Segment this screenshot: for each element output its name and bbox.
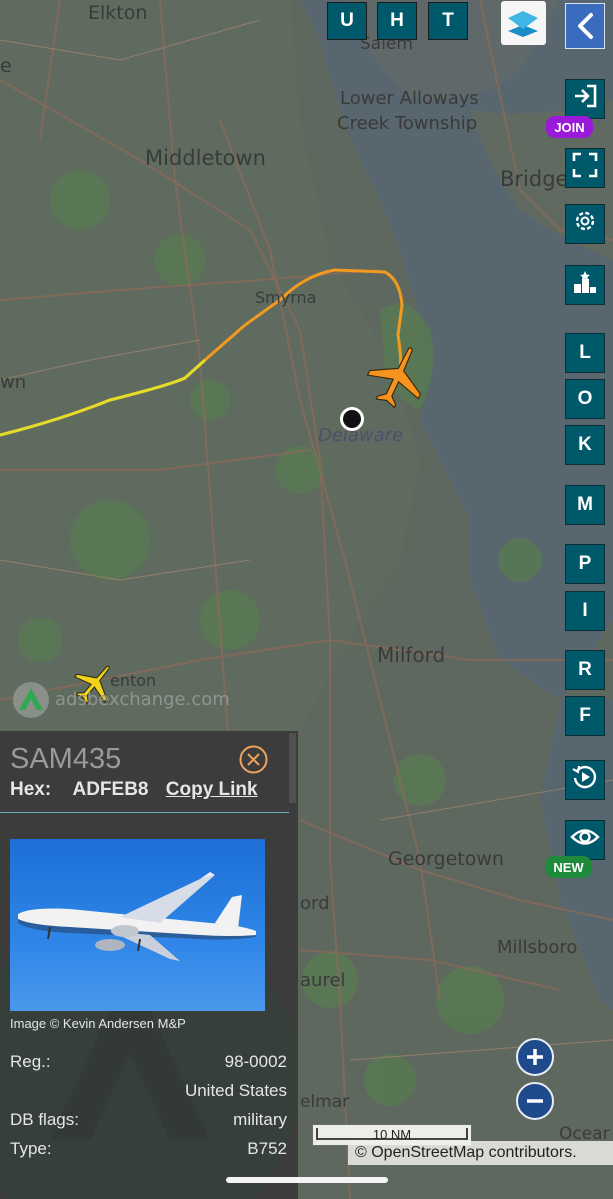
plus-icon	[525, 1047, 545, 1071]
photo-credit: Image © Kevin Andersen M&P	[10, 1016, 186, 1031]
map-label-elkton: Elkton	[88, 2, 148, 24]
map-label-delmar: elmar	[300, 1092, 350, 1112]
map-label-milford: Milford	[377, 643, 446, 667]
panel-divider	[0, 812, 289, 813]
db-flags-label: DB flags:	[10, 1110, 79, 1129]
type-label: Type:	[10, 1139, 52, 1158]
aircraft-info-panel: SAM435 Hex: ADFEB8 Copy Link Image © Kev…	[0, 731, 298, 1199]
reg-label: Reg.:	[10, 1052, 51, 1071]
map-label-delaware: Delaware	[318, 425, 404, 446]
map-label-creek-township: Creek Township	[337, 113, 478, 134]
replay-button[interactable]	[565, 760, 605, 800]
map-label-lower-alloways: Lower Alloways	[340, 88, 479, 109]
selected-aircraft-icon[interactable]	[366, 343, 430, 409]
new-badge[interactable]: NEW	[545, 856, 592, 878]
reg-value: 98-0002	[224, 1052, 287, 1071]
u-button[interactable]: U	[327, 2, 367, 40]
type-value: B752	[247, 1139, 287, 1158]
panel-scrollbar[interactable]	[289, 733, 296, 803]
join-badge[interactable]: JOIN	[546, 116, 593, 138]
hex-label: Hex:	[10, 779, 52, 800]
i-button[interactable]: I	[565, 591, 605, 631]
watermark-text: adsbexchange.com	[55, 689, 230, 710]
f-button[interactable]: F	[565, 696, 605, 736]
sign-in-icon	[571, 83, 599, 115]
layers-icon	[505, 5, 542, 45]
eye-button[interactable]	[565, 820, 605, 860]
aircraft-photo[interactable]	[10, 839, 265, 1011]
back-button[interactable]	[565, 3, 605, 49]
k-button[interactable]: K	[565, 425, 605, 465]
map-label-millsboro: Millsboro	[497, 937, 578, 958]
map-label-laurel: aurel	[300, 970, 346, 991]
copy-link-button[interactable]: Copy Link	[166, 779, 258, 800]
eye-icon	[570, 826, 600, 854]
o-button[interactable]: O	[565, 379, 605, 419]
zoom-out-button[interactable]	[516, 1082, 554, 1120]
home-indicator[interactable]	[226, 1177, 388, 1183]
hex-row: Hex: ADFEB8 Copy Link	[10, 779, 258, 801]
watermark-logo-icon	[13, 682, 49, 718]
h-button[interactable]: H	[377, 2, 417, 40]
map-label-left-wn: wn	[0, 372, 27, 393]
close-panel-button[interactable]	[238, 744, 269, 775]
country-value: United States	[184, 1081, 287, 1100]
layers-button[interactable]	[501, 1, 546, 45]
map-label-middletown: Middletown	[145, 146, 266, 170]
location-marker[interactable]	[340, 407, 364, 431]
t-button[interactable]: T	[428, 2, 468, 40]
map-label-ford: ord	[300, 893, 330, 914]
map-label-georgetown: Georgetown	[388, 848, 504, 870]
m-button[interactable]: M	[565, 485, 605, 525]
fullscreen-button[interactable]	[565, 148, 605, 188]
join-button[interactable]	[565, 79, 605, 119]
ranking-button[interactable]	[565, 265, 605, 305]
minus-icon	[525, 1091, 545, 1115]
close-circle-icon	[238, 745, 269, 779]
hex-value: ADFEB8	[72, 779, 149, 800]
aircraft-callsign: SAM435	[10, 743, 122, 775]
map-label-left-e: e	[0, 55, 12, 77]
fullscreen-icon	[572, 152, 598, 184]
map-attribution[interactable]: © OpenStreetMap contributors.	[348, 1141, 613, 1165]
map-label-smyrna: Smyrna	[255, 288, 317, 307]
podium-icon	[572, 269, 598, 301]
l-button[interactable]: L	[565, 333, 605, 373]
db-flags-value: military	[233, 1110, 287, 1129]
settings-button[interactable]	[565, 204, 605, 244]
zoom-in-button[interactable]	[516, 1038, 554, 1076]
r-button[interactable]: R	[565, 650, 605, 690]
replay-icon	[571, 763, 599, 797]
scale-label: 10 NM	[372, 1127, 412, 1142]
gear-icon	[572, 208, 598, 240]
p-button[interactable]: P	[565, 544, 605, 584]
chevron-left-icon	[574, 12, 596, 44]
